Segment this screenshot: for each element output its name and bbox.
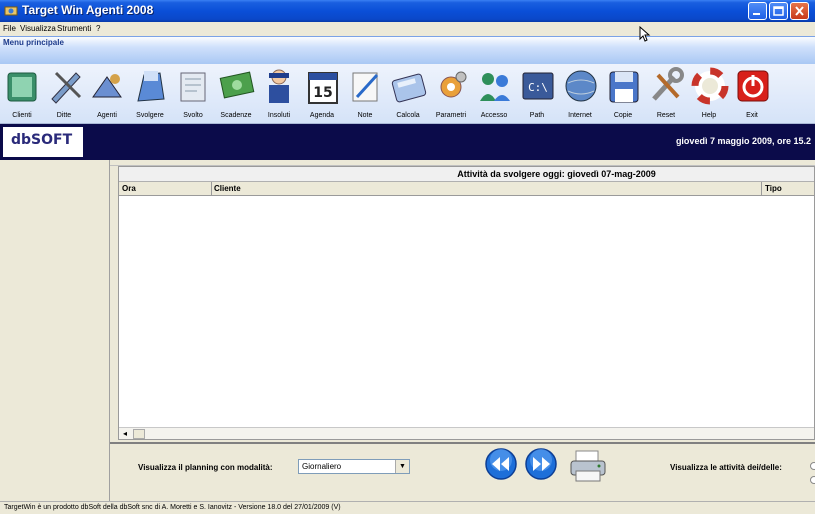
main-toolbar: Clienti Ditte Agenti Svolgere Svolto Scadenze… [0,64,815,124]
toolbar-button-svolto[interactable]: Svolto [172,64,214,124]
menu-bar: File Visualizza Strumenti ? [0,22,815,36]
grid-caption-text: Attività da svolgere oggi: giovedì 07-ma… [457,169,656,179]
close-icon [795,6,804,16]
done-icon [180,72,206,102]
menu-visualizza[interactable]: Visualizza [20,24,56,33]
header-divider [0,36,815,37]
toolbar-button-clienti[interactable]: Clienti [1,64,43,124]
toolbar-button-agenti[interactable]: Agenti [86,64,128,124]
app-window: Target Win Agenti 2008 File Visualizza S… [0,0,815,514]
column-separator[interactable] [211,182,212,196]
current-datetime: giovedì 7 maggio 2009, ore 15.2 [675,136,811,146]
logo-text: dbSOFT [11,132,73,148]
todo-icon [137,71,165,102]
reset-icon [652,67,684,101]
planning-mode-select[interactable]: Giornaliero ▼ [298,459,410,474]
grid-header: Ora Cliente Tipo [119,182,814,196]
menu-strumenti[interactable]: Strumenti [57,24,91,33]
bottom-controls: Visualizza il planning con modalità: Gio… [110,444,815,501]
maximize-icon [773,6,784,16]
companies-icon [51,71,82,104]
toolbar-button-parametri[interactable]: Parametri [430,64,472,124]
svg-text:C:\: C:\ [528,81,548,94]
menu-help[interactable]: ? [96,24,100,33]
menu-file[interactable]: File [3,24,16,33]
toolbar-button-calcola[interactable]: Calcola [387,64,429,124]
planning-mode-label: Visualizza il planning con modalità: [138,463,273,472]
app-icon [4,6,18,16]
maximize-button[interactable] [769,2,788,20]
toolbar-button-path[interactable]: C:\ Path [516,64,558,124]
toolbar-button-insoluti[interactable]: Insoluti [258,64,300,124]
toolbar-button-exit[interactable]: Exit [731,64,773,124]
window-title: Target Win Agenti 2008 [22,3,154,17]
next-button[interactable] [524,447,558,481]
close-button[interactable] [790,2,809,20]
toolbar-label: Exit [746,112,758,119]
notes-icon [352,72,379,102]
status-text: TargetWin è un prodotto dbSoft della dbS… [4,504,341,511]
help-icon [691,67,729,105]
scroll-left-icon[interactable]: ◂ [120,429,130,439]
clients-icon [7,72,37,102]
view-activities-label: Visualizza le attività dei/delle: [670,463,782,472]
column-header-cliente[interactable]: Cliente [214,184,241,193]
chevron-down-icon[interactable]: ▼ [395,460,409,473]
title-bar[interactable]: Target Win Agenti 2008 [0,0,815,22]
mouse-cursor-icon [639,26,651,42]
path-icon: C:\ [522,72,554,100]
svg-text:15: 15 [313,85,332,101]
left-panel [0,160,110,501]
toolbar-button-scadenze[interactable]: Scadenze [215,64,257,124]
minimize-button[interactable] [748,2,767,20]
main-content: Attività da svolgere oggi: giovedì 07-ma… [110,160,815,501]
unpaid-icon [269,69,289,103]
column-header-ora[interactable]: Ora [122,184,136,193]
main-menu-label: Menu principale [3,38,64,47]
print-button[interactable] [568,449,608,483]
horizontal-scrollbar[interactable]: ◂ [119,427,814,439]
backup-icon [609,71,639,103]
column-separator[interactable] [761,182,762,196]
calendar-icon: 15 [308,72,338,104]
main-menu-header: Menu principale [0,36,815,64]
toolbar-button-reset[interactable]: Reset [645,64,687,124]
view-radio-1[interactable] [810,462,815,470]
scroll-thumb[interactable] [133,429,145,439]
minimize-icon [753,13,760,15]
dbsoft-logo: dbSOFT [3,127,83,157]
activities-grid[interactable]: Attività da svolgere oggi: giovedì 07-ma… [118,166,815,440]
toolbar-button-note[interactable]: Note [344,64,386,124]
toolbar-button-ditte[interactable]: Ditte [43,64,85,124]
toolbar-button-internet[interactable]: Internet [559,64,601,124]
access-icon [480,73,510,101]
previous-button[interactable] [484,447,518,481]
column-header-tipo[interactable]: Tipo [765,184,782,193]
toolbar-button-svolgere[interactable]: Svolgere [129,64,171,124]
toolbar-button-accesso[interactable]: Accesso [473,64,515,124]
toolbar-button-help[interactable]: Help [688,64,730,124]
grid-caption: Attività da svolgere oggi: giovedì 07-ma… [119,167,814,182]
status-bar: TargetWin è un prodotto dbSoft della dbS… [0,501,815,514]
view-radio-2[interactable] [810,476,815,484]
brand-bar: dbSOFT giovedì 7 maggio 2009, ore 15.2 [0,124,815,160]
toolbar-button-agenda[interactable]: 15 Agenda [301,64,343,124]
planning-mode-value: Giornaliero [302,462,342,471]
parameters-icon [440,71,467,98]
deadlines-icon [219,71,255,99]
toolbar-button-copie[interactable]: Copie [602,64,644,124]
calculator-icon [391,73,427,103]
agents-icon [92,74,122,98]
internet-icon [565,70,597,102]
exit-icon [737,70,769,102]
